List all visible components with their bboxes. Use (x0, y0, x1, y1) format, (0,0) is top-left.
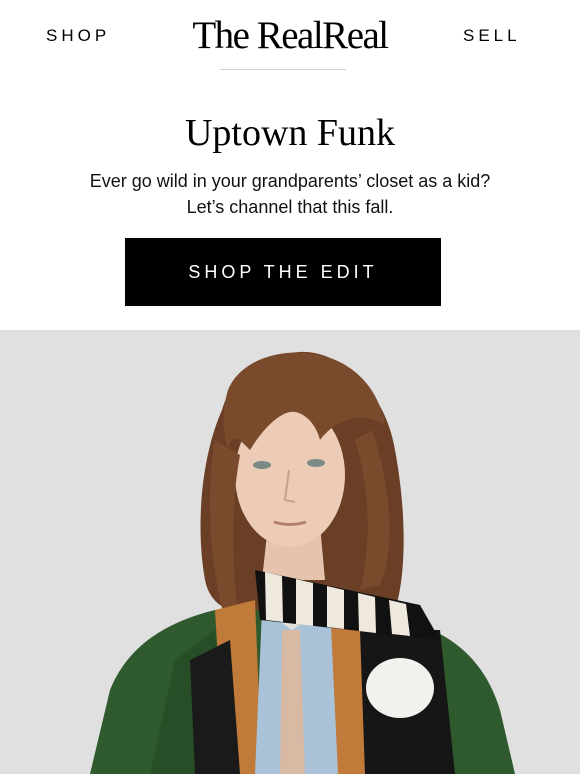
top-navigation: SHOP The RealReal SELL (0, 0, 580, 70)
logo-divider (220, 69, 346, 70)
white-sequin-brooch (366, 658, 434, 718)
sell-nav-link[interactable]: SELL (463, 26, 521, 46)
hero-photo-illustration (0, 330, 580, 774)
description-line-2: Let’s channel that this fall. (186, 197, 394, 217)
edit-headline: Uptown Funk (184, 112, 396, 154)
right-eye (307, 459, 325, 467)
hero-photo[interactable] (0, 330, 580, 774)
description-line-1: Ever go wild in your grandparents’ close… (89, 171, 491, 191)
shop-the-edit-button[interactable]: SHOP THE EDIT (125, 238, 441, 306)
edit-description: Ever go wild in your grandparents’ close… (0, 168, 580, 220)
left-eye (253, 461, 271, 469)
